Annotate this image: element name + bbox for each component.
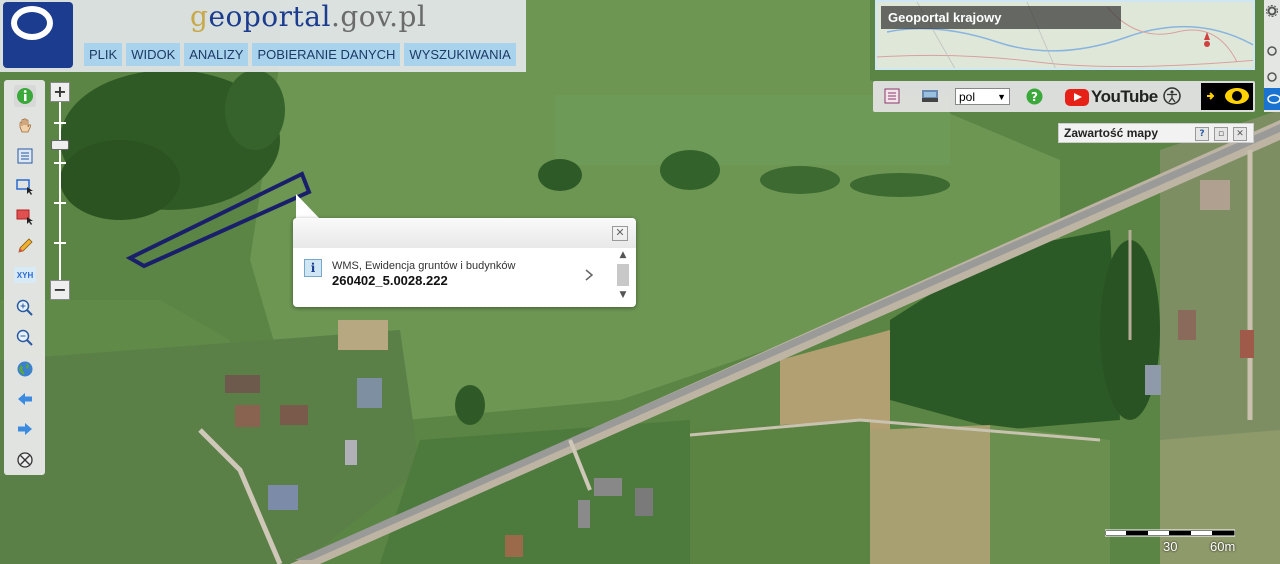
menu-widok[interactable]: WIDOK	[126, 43, 181, 66]
xyh-icon[interactable]: XYH	[14, 267, 36, 283]
chevron-up-icon[interactable]: ▲	[616, 250, 630, 262]
zoom-minus-button[interactable]: −	[50, 280, 70, 300]
chevron-right-icon[interactable]	[584, 268, 594, 286]
menu-plik[interactable]: PLIK	[84, 43, 123, 66]
scale-label-end: 60m	[1210, 539, 1236, 554]
zoom-in-icon[interactable]	[14, 297, 36, 319]
site-title-domain: .gov.pl	[330, 0, 427, 33]
select-remove-icon[interactable]	[14, 205, 36, 227]
settings-icon[interactable]	[1266, 68, 1278, 87]
svg-text:?: ?	[1031, 90, 1038, 104]
forward-arrow-icon[interactable]	[14, 418, 36, 440]
menu-pobieranie-danych[interactable]: POBIERANIE DANYCH	[252, 43, 401, 66]
zoom-tick	[54, 242, 66, 244]
accessibility-icon[interactable]	[1163, 87, 1181, 105]
select-rectangle-icon[interactable]	[14, 175, 36, 197]
scale-bar: 30 60m	[1105, 528, 1235, 558]
zoom-handle[interactable]	[51, 140, 69, 150]
close-icon[interactable]: ✕	[612, 226, 628, 241]
site-title: geoportal.gov.pl	[190, 0, 426, 33]
close-button[interactable]: ✕	[1233, 127, 1247, 141]
youtube-link[interactable]: YouTube	[1065, 87, 1158, 107]
left-toolbar: XYH	[4, 80, 45, 475]
zoom-out-icon[interactable]	[14, 327, 36, 349]
zoom-slider: + −	[48, 82, 72, 302]
popup-parcel-id: 260402_5.0028.222	[332, 273, 448, 288]
zoom-tick	[54, 122, 66, 124]
clear-icon[interactable]	[14, 449, 36, 471]
popup-pointer	[296, 194, 320, 219]
overview-label: Geoportal krajowy	[881, 6, 1121, 29]
eye-icon[interactable]	[1264, 88, 1280, 110]
maximize-icon[interactable]: ▫	[1214, 127, 1228, 141]
zoom-plus-button[interactable]: +	[50, 82, 70, 102]
site-title-main: eoportal	[208, 0, 331, 33]
youtube-play-icon	[1065, 88, 1089, 106]
language-value: pol	[959, 90, 976, 104]
scrollbar-thumb[interactable]	[617, 264, 629, 286]
map-contents-panel: Zawartość mapy ? ▫ ✕	[1058, 123, 1254, 143]
chevron-down-icon: ▼	[997, 92, 1006, 102]
high-contrast-eye-icon[interactable]	[1201, 83, 1253, 110]
scale-label-mid: 30	[1163, 539, 1178, 554]
globe-icon[interactable]	[14, 358, 36, 380]
youtube-label: YouTube	[1091, 87, 1158, 106]
geoportal-logo[interactable]	[3, 2, 73, 68]
zoom-tick	[54, 162, 66, 164]
info-layer-icon: i	[304, 259, 322, 277]
logo-ring-icon	[11, 6, 53, 40]
popup-scrollbar[interactable]: ▲ ▼	[616, 250, 630, 304]
chevron-down-icon[interactable]: ▼	[616, 290, 630, 302]
back-arrow-icon[interactable]	[14, 388, 36, 410]
feature-info-popup: ✕ i WMS, Ewidencja gruntów i budynków 26…	[293, 218, 636, 307]
help-button[interactable]: ?	[1195, 127, 1209, 141]
menu-wyszukiwania[interactable]: WYSZUKIWANIA	[404, 43, 516, 66]
openstreetmap-icon[interactable]	[921, 87, 939, 105]
site-title-g: g	[190, 0, 209, 33]
popup-header	[293, 218, 636, 248]
zoom-track[interactable]	[59, 102, 61, 280]
top-right-toolbar: pol ▼ ? YouTube	[873, 81, 1255, 112]
measure-pencil-icon[interactable]	[14, 235, 36, 257]
menu-analizy[interactable]: ANALIZY	[184, 43, 249, 66]
settings-icon[interactable]	[1266, 42, 1278, 61]
info-icon[interactable]	[14, 85, 36, 107]
language-select[interactable]: pol ▼	[955, 88, 1010, 105]
help-icon[interactable]: ?	[1025, 87, 1043, 105]
right-side-panel	[1264, 0, 1280, 112]
map-contents-title: Zawartość mapy	[1064, 126, 1159, 140]
legend-icon[interactable]	[14, 145, 36, 167]
popup-layer-name: WMS, Ewidencja gruntów i budynków	[332, 260, 516, 272]
pan-hand-icon[interactable]	[14, 115, 36, 137]
header-panel: geoportal.gov.pl PLIK WIDOK ANALIZY POBI…	[0, 0, 526, 72]
main-menu: PLIK WIDOK ANALIZY POBIERANIE DANYCH WYS…	[84, 43, 516, 66]
map-list-icon[interactable]	[883, 87, 901, 105]
gear-icon[interactable]	[1266, 2, 1278, 21]
zoom-tick	[54, 202, 66, 204]
overview-map[interactable]: Geoportal krajowy	[875, 0, 1255, 70]
